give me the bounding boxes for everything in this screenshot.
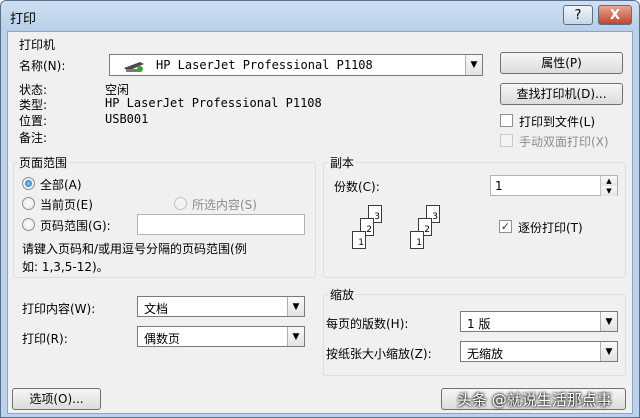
range-current-radio[interactable] xyxy=(22,197,35,210)
stack2-page-1: 1 xyxy=(410,231,424,249)
find-printer-button[interactable]: 查找打印机(D)... xyxy=(500,83,623,105)
per-sheet-dropdown-arrow-icon[interactable]: ▼ xyxy=(600,312,617,331)
printer-name-value: HP LaserJet Professional P1108 xyxy=(156,58,373,72)
print-what-dropdown-arrow-icon[interactable]: ▼ xyxy=(287,297,304,316)
stack1-page-1: 1 xyxy=(352,231,366,249)
page-range-group-label: 页面范围 xyxy=(17,154,70,171)
print-pages-select[interactable]: 偶数页 ▼ xyxy=(137,326,305,347)
printer-icon xyxy=(122,60,146,76)
print-pages-dropdown-arrow-icon[interactable]: ▼ xyxy=(287,327,304,346)
comment-label: 备注: xyxy=(19,131,48,145)
range-all-label[interactable]: 全部(A) xyxy=(40,176,82,193)
copies-count-label: 份数(C): xyxy=(334,180,380,194)
page-range-input[interactable] xyxy=(137,214,305,235)
range-hint-line1: 请键入页码和/或用逗号分隔的页码范围(例 xyxy=(22,242,247,256)
print-what-select[interactable]: 文档 ▼ xyxy=(137,296,305,317)
spin-up-icon[interactable]: ▲ xyxy=(600,176,617,186)
manual-duplex-checkbox[interactable] xyxy=(500,134,513,147)
options-button[interactable]: 选项(O)... xyxy=(12,388,101,410)
printer-select[interactable]: HP LaserJet Professional P1108 ▼ xyxy=(109,54,483,76)
properties-button[interactable]: 属性(P) xyxy=(500,52,623,74)
copies-count-input[interactable]: 1 ▲ ▼ xyxy=(490,175,618,196)
dialog-body: 打印机 名称(N): HP LaserJet Professional P110… xyxy=(7,31,633,414)
type-value: HP LaserJet Professional P1108 xyxy=(105,96,322,110)
type-label: 类型: xyxy=(19,98,48,112)
watermark: 头条 @就说生活那点事 xyxy=(457,391,612,409)
copies-count-value: 1 xyxy=(495,179,503,193)
printer-dropdown-arrow-icon[interactable]: ▼ xyxy=(465,55,482,75)
scale-dropdown-arrow-icon[interactable]: ▼ xyxy=(600,342,617,361)
per-sheet-label: 每页的版数(H): xyxy=(326,317,409,331)
range-selection-label[interactable]: 所选内容(S) xyxy=(192,196,257,213)
printer-name-label: 名称(N): xyxy=(19,59,66,73)
copies-group-label: 副本 xyxy=(328,154,357,171)
collate-label[interactable]: 逐份打印(T) xyxy=(518,219,583,236)
window-title: 打印 xyxy=(10,12,37,27)
zoom-group-label: 缩放 xyxy=(328,286,357,303)
printer-group-label: 打印机 xyxy=(19,38,56,52)
per-sheet-value: 1 版 xyxy=(467,317,491,331)
print-what-label: 打印内容(W): xyxy=(22,302,96,316)
per-sheet-select[interactable]: 1 版 ▼ xyxy=(460,311,618,332)
range-hint-line2: 如: 1,3,5-12)。 xyxy=(22,260,109,274)
collate-checkbox[interactable]: ✓ xyxy=(499,220,512,233)
title-bar[interactable]: 打印 ? X xyxy=(1,1,639,31)
manual-duplex-label[interactable]: 手动双面打印(X) xyxy=(519,133,609,150)
print-to-file-label[interactable]: 打印到文件(L) xyxy=(519,113,595,130)
range-current-label[interactable]: 当前页(E) xyxy=(40,196,93,213)
scale-label: 按纸张大小缩放(Z): xyxy=(326,347,432,361)
help-button[interactable]: ? xyxy=(563,5,593,25)
range-all-radio[interactable] xyxy=(22,177,35,190)
range-selection-radio[interactable] xyxy=(174,197,187,210)
close-button[interactable]: X xyxy=(598,5,632,25)
zoom-group xyxy=(323,294,626,376)
scale-value: 无缩放 xyxy=(467,347,504,361)
location-value: USB001 xyxy=(105,112,149,126)
print-to-file-checkbox[interactable] xyxy=(500,114,513,127)
print-pages-value: 偶数页 xyxy=(144,332,181,346)
range-pages-label[interactable]: 页码范围(G): xyxy=(40,217,111,234)
print-dialog: 打印 ? X 打印机 名称(N): HP LaserJet Profession… xyxy=(0,0,640,418)
scale-select[interactable]: 无缩放 ▼ xyxy=(460,341,618,362)
location-label: 位置: xyxy=(19,114,48,128)
range-pages-radio[interactable] xyxy=(22,218,35,231)
print-what-value: 文档 xyxy=(144,302,169,316)
spin-down-icon[interactable]: ▼ xyxy=(600,186,617,196)
print-pages-label: 打印(R): xyxy=(22,332,68,346)
